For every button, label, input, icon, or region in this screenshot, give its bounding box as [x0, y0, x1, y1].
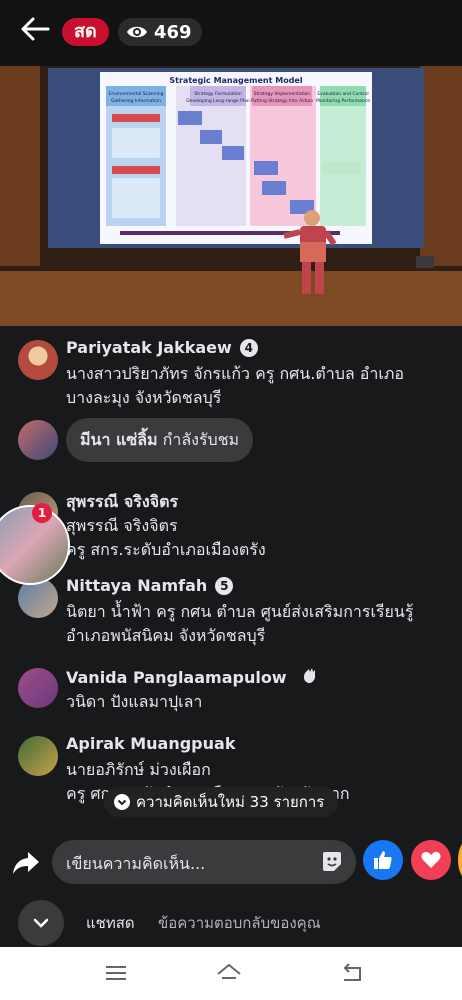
svg-text:Strategy Implementation: Strategy Implementation	[254, 91, 311, 97]
svg-text:Environmental Scanning: Environmental Scanning	[109, 91, 164, 97]
svg-text:Strategy Formulation: Strategy Formulation	[194, 91, 242, 97]
new-comments-button[interactable]: ความคิดเห็นใหม่ 33 รายการ	[104, 787, 339, 817]
video-frame: Strategic Management Model Environmental…	[0, 66, 462, 326]
chevron-down-icon	[114, 794, 130, 810]
new-comments-label: ความคิดเห็นใหม่ 33 รายการ	[136, 793, 325, 811]
comment-input[interactable]: เขียนความคิดเห็น...	[52, 840, 356, 884]
viewer-count: 469	[154, 21, 192, 43]
comment-text: นิตยา น้ำฟ้า ครู กศน ตำบล ศูนย์ส่งเสริมก…	[66, 602, 414, 645]
slide-title: Strategic Management Model	[169, 76, 302, 85]
comment-input-placeholder: เขียนความคิดเห็น...	[66, 854, 206, 873]
chat-head-bubble[interactable]: 1	[0, 503, 72, 585]
home-icon[interactable]	[215, 959, 243, 987]
system-nav-bar	[0, 947, 462, 1000]
chevron-down-icon	[33, 918, 49, 928]
back-arrow-icon[interactable]	[18, 12, 52, 46]
waving-hand-icon	[304, 668, 316, 684]
top-bar: สด 469	[0, 0, 462, 66]
comment-item: Nittaya Namfah 5 นิตยา น้ำฟ้า ครู กศน ตำบ…	[0, 576, 462, 656]
love-reaction-button[interactable]	[411, 840, 451, 880]
live-video[interactable]: Strategic Management Model Environmental…	[0, 66, 462, 326]
eye-icon	[127, 26, 147, 38]
avatar[interactable]	[18, 668, 58, 708]
viewer-count-badge: 469	[118, 18, 202, 46]
comment-text: วนิดา ปังแลมาปุเลา	[66, 692, 203, 711]
svg-text:Gathering Information: Gathering Information	[111, 98, 161, 104]
comment-author[interactable]: Apirak Muangpuak	[66, 734, 235, 753]
collapse-chat-button[interactable]	[18, 900, 64, 946]
like-reaction-button[interactable]	[363, 840, 403, 880]
your-replies-tab[interactable]: ข้อความตอบกลับของคุณ	[158, 911, 321, 935]
comment-text: สุพรรณี จริงจิตร ครู สกร.ระดับอำเภอเมือง…	[66, 516, 266, 559]
share-icon[interactable]	[10, 846, 42, 878]
menu-icon[interactable]	[102, 959, 130, 987]
avatar[interactable]	[18, 736, 58, 776]
viewer-joined-bubble: มีนา แซ่ลิ้ม กำลังรับชม	[66, 418, 254, 462]
comment-author[interactable]: Vanida Panglaamapulow	[66, 666, 320, 687]
more-reactions-button[interactable]	[458, 840, 462, 880]
comment-author[interactable]: Nittaya Namfah 5	[66, 576, 234, 595]
comment-composer: เขียนความคิดเห็น... แชทสด ข้อความตอบกลับ…	[0, 832, 462, 947]
notification-count-badge: 1	[32, 503, 52, 523]
svg-text:Evaluation and Control: Evaluation and Control	[317, 91, 368, 97]
svg-text:Monitoring Performance: Monitoring Performance	[316, 98, 370, 104]
back-nav-icon[interactable]	[338, 959, 366, 987]
live-chat-tab[interactable]: แชทสด	[86, 911, 135, 935]
svg-text:Developing Long-range Plan: Developing Long-range Plan	[186, 98, 250, 104]
love-icon	[421, 851, 441, 868]
svg-text:Putting Strategy Into Action: Putting Strategy Into Action	[251, 98, 313, 104]
like-icon	[374, 851, 392, 869]
avatar[interactable]	[18, 420, 58, 460]
sticker-icon[interactable]	[320, 850, 344, 874]
comment-item: Vanida Panglaamapulow วนิดา ปังแลมาปุเลา	[0, 666, 462, 716]
rank-badge-icon: 5	[215, 577, 234, 595]
live-badge: สด	[62, 18, 109, 46]
comment-author[interactable]: สุพรรณี จริงจิตร	[66, 490, 178, 515]
viewer-joined-item: มีนา แซ่ลิ้ม กำลังรับชม	[0, 330, 462, 470]
